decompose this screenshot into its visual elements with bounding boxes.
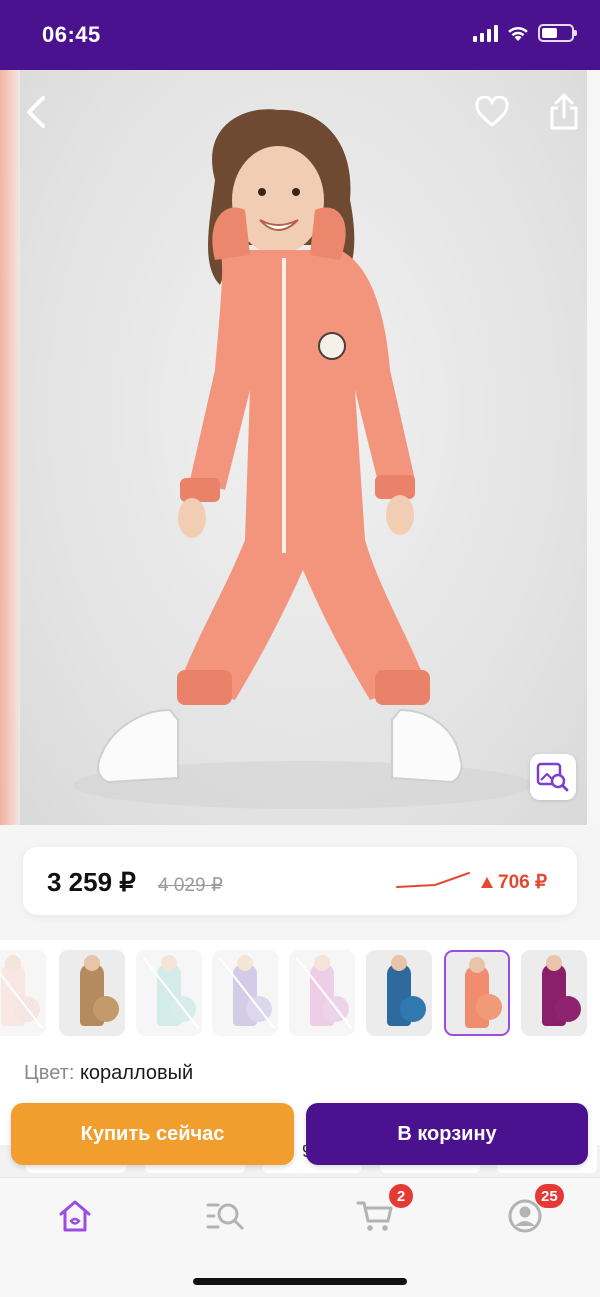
buy-now-button[interactable]: Купить сейчас — [11, 1103, 294, 1165]
unavailable-overlay — [212, 950, 278, 1036]
cart-badge: 2 — [389, 1184, 413, 1208]
unavailable-overlay — [0, 950, 46, 1036]
color-variant-thumbnail[interactable] — [136, 950, 202, 1036]
color-value: коралловый — [79, 1062, 194, 1084]
heart-outline-icon — [475, 96, 509, 127]
price-card[interactable]: 3 259 ₽ 4 029 ₽ 706 ₽ — [23, 847, 577, 915]
color-variant-thumbnail[interactable] — [289, 950, 355, 1036]
product-photo — [20, 70, 587, 825]
color-variant-thumbnail[interactable] — [59, 950, 125, 1036]
tab-cart[interactable]: 2 — [351, 1184, 413, 1236]
back-button[interactable] — [14, 90, 58, 134]
price-trend-icon — [396, 872, 470, 888]
previous-image-peek — [0, 70, 20, 825]
color-info: Цвет: коралловый — [24, 1062, 193, 1085]
visual-search-button[interactable] — [530, 754, 576, 800]
thumbnail-ball — [555, 996, 581, 1022]
battery-icon — [538, 24, 577, 42]
next-image-peek — [587, 70, 600, 825]
share-icon — [550, 93, 578, 130]
color-variant-thumbnail[interactable] — [0, 950, 46, 1036]
price-section: 3 259 ₽ 4 029 ₽ 706 ₽ — [0, 825, 600, 940]
share-button[interactable] — [542, 90, 586, 134]
old-price: 4 029 ₽ — [158, 875, 223, 896]
color-variant-thumbnail[interactable] — [444, 950, 510, 1036]
unavailable-overlay — [136, 950, 202, 1036]
status-icons — [473, 24, 577, 42]
product-image-gallery[interactable] — [0, 70, 600, 825]
cart-icon — [356, 1201, 393, 1231]
triangle-up-icon — [481, 877, 493, 888]
current-price: 3 259 ₽ — [47, 867, 136, 897]
tab-profile[interactable]: 25 — [501, 1184, 564, 1236]
color-variants[interactable] — [0, 940, 600, 1050]
tab-home[interactable] — [51, 1196, 99, 1236]
color-label: Цвет: — [24, 1062, 75, 1084]
color-variant-thumbnail[interactable] — [366, 950, 432, 1036]
home-icon — [59, 1200, 91, 1232]
color-variant-thumbnail[interactable] — [521, 950, 587, 1036]
price-difference-value: 706 ₽ — [498, 872, 548, 893]
favorite-button[interactable] — [470, 90, 514, 134]
status-bar: 06:45 — [0, 0, 600, 70]
price-difference: 706 ₽ — [481, 871, 547, 894]
chevron-left-icon — [27, 96, 45, 128]
add-to-cart-button[interactable]: В корзину — [306, 1103, 588, 1165]
thumbnail-ball — [476, 994, 502, 1020]
unavailable-overlay — [289, 950, 355, 1036]
wifi-icon — [508, 26, 528, 41]
thumbnail-ball — [93, 996, 119, 1022]
status-time: 06:45 — [42, 22, 101, 47]
thumbnail-ball — [400, 996, 426, 1022]
tab-catalog[interactable] — [201, 1196, 249, 1236]
home-indicator — [193, 1278, 407, 1285]
color-variant-thumbnail[interactable] — [212, 950, 278, 1036]
catalog-search-icon — [206, 1203, 244, 1230]
cellular-signal-icon — [473, 24, 498, 42]
profile-badge: 25 — [535, 1184, 564, 1208]
image-search-icon — [536, 762, 569, 792]
